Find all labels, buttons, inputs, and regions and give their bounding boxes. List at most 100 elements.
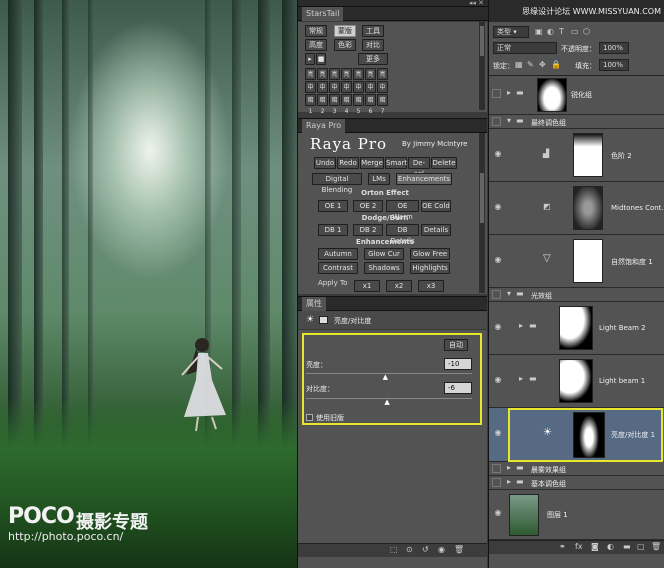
lock-move-icon[interactable]: ✥ <box>539 60 546 69</box>
blend-mode-select[interactable]: 正常 <box>493 42 557 54</box>
visibility-toggle[interactable] <box>492 464 501 473</box>
tab-enhancements[interactable]: Enhancements <box>396 173 452 185</box>
photo-canvas[interactable]: POCO 摄影专题 http://photo.poco.cn/ <box>0 0 297 568</box>
trash-icon[interactable]: 🗑 <box>454 545 464 554</box>
starstail-btn[interactable]: 工具 <box>362 25 384 37</box>
tab-starstail[interactable]: StarsTail <box>298 7 488 21</box>
filter-type-icon[interactable]: T <box>559 27 564 36</box>
layer-row[interactable]: ◉ ▟ 色阶 2 <box>489 129 664 182</box>
apply-x2-button[interactable]: x2 <box>386 280 412 292</box>
starstail-btn[interactable]: 色彩 <box>334 39 356 51</box>
starstail-grid-button[interactable]: 暗1 <box>305 94 316 115</box>
eye-icon[interactable]: ◉ <box>492 375 504 387</box>
tab-properties[interactable]: 属性 <box>298 297 487 311</box>
oe-cold-button[interactable]: OE Cold <box>421 200 451 212</box>
starstail-grid-button[interactable]: 亮7 <box>377 68 388 89</box>
highlights-button[interactable]: Highlights <box>410 262 450 274</box>
lock-transparency-icon[interactable]: ▦ <box>515 60 523 69</box>
starstail-grid-button[interactable]: 亮3 <box>329 68 340 89</box>
raya-desel-button[interactable]: De-sel <box>408 157 430 178</box>
apply-x1-button[interactable]: x1 <box>354 280 380 292</box>
new-layer-icon[interactable]: ▢ <box>637 542 645 551</box>
filter-adjustment-icon[interactable]: ◐ <box>547 27 554 36</box>
shadows-button[interactable]: Shadows <box>364 262 404 274</box>
reset-icon[interactable]: ↺ <box>422 545 429 554</box>
glow-cur-button[interactable]: Glow Cur <box>364 248 404 260</box>
collapse-arrow-icon[interactable]: ▾ <box>507 116 511 125</box>
trash-icon[interactable]: 🗑 <box>651 542 661 551</box>
starstail-grid-button[interactable]: 亮1 <box>305 68 316 89</box>
filter-smart-icon[interactable]: ⬡ <box>583 27 590 36</box>
starstail-btn[interactable]: 对比 <box>362 39 384 51</box>
starstail-grid-button[interactable]: 中1 <box>305 81 316 102</box>
starstail-grid-button[interactable]: 中2 <box>317 81 328 102</box>
expand-arrow-icon[interactable]: ▸ <box>507 88 511 97</box>
starstail-btn[interactable]: 蒙版 <box>334 25 356 37</box>
starstail-btn[interactable]: 常规 <box>305 25 327 37</box>
db1-button[interactable]: DB 1 <box>318 224 348 236</box>
starstail-scrollbar[interactable] <box>479 22 485 110</box>
starstail-grid-button[interactable]: 暗4 <box>341 94 352 115</box>
starstail-grid-button[interactable]: 暗3 <box>329 94 340 115</box>
filter-kind-select[interactable]: 类型 ▾ <box>493 26 529 38</box>
opacity-input[interactable]: 100% <box>599 42 629 54</box>
oe2-button[interactable]: OE 2 <box>353 200 383 212</box>
starstail-grid-button[interactable]: 中4 <box>341 81 352 102</box>
layer-row[interactable]: ◉ 图层 1 <box>489 490 664 540</box>
expand-arrow-icon[interactable]: ▸ <box>507 477 511 486</box>
starstail-grid-button[interactable]: 中6 <box>365 81 376 102</box>
visibility-toggle[interactable] <box>492 117 501 126</box>
eye-icon[interactable]: ◉ <box>492 322 504 334</box>
layer-group-row[interactable]: ◉ ▸ ▬ Light beam 1 <box>489 355 664 408</box>
db2-button[interactable]: DB 2 <box>353 224 383 236</box>
starstail-grid-button[interactable]: 暗5 <box>353 94 364 115</box>
tab-lms[interactable]: LMs <box>368 173 390 185</box>
starstail-grid-button[interactable]: 暗2 <box>317 94 328 115</box>
db-details-button[interactable]: DB Details <box>386 224 419 245</box>
eye-icon[interactable]: ◉ <box>492 202 504 214</box>
starstail-grid-button[interactable]: 暗7 <box>377 94 388 115</box>
visibility-toggle[interactable] <box>492 290 501 299</box>
layer-group-row[interactable]: ◉ ▸ ▬ Light Beam 2 <box>489 302 664 355</box>
layer-group-row[interactable]: ▾ ▬ 最终调色组 <box>489 115 664 129</box>
glow-free-button[interactable]: Glow Free <box>410 248 450 260</box>
eye-icon[interactable]: ◉ <box>492 428 504 440</box>
starstail-more-button[interactable]: 更多 <box>358 53 388 65</box>
raya-redo-button[interactable]: Redo <box>337 157 359 169</box>
contrast-button[interactable]: Contrast <box>318 262 358 274</box>
layer-row[interactable]: ◉ ◩ Midtones Cont... <box>489 182 664 235</box>
eye-icon[interactable]: ◉ <box>492 255 504 267</box>
visibility-toggle[interactable] <box>492 478 501 487</box>
eye-icon[interactable]: ◉ <box>492 149 504 161</box>
layer-row[interactable]: ◉ ▽ 自然饱和度 1 <box>489 235 664 288</box>
new-group-icon[interactable]: ▬ <box>623 542 631 551</box>
collapse-arrow-icon[interactable]: ▾ <box>507 289 511 298</box>
fill-input[interactable]: 100% <box>599 59 629 71</box>
starstail-grid-button[interactable]: 亮2 <box>317 68 328 89</box>
details-button[interactable]: Details <box>421 224 451 236</box>
visibility-toggle[interactable] <box>492 89 501 98</box>
starstail-btn[interactable]: 高度 <box>305 39 327 51</box>
visibility-icon[interactable]: ◉ <box>438 545 445 554</box>
raya-scrollbar[interactable] <box>479 133 485 293</box>
starstail-grid-button[interactable]: 中3 <box>329 81 340 102</box>
layer-group-row[interactable]: ▸ ▬ 晨雾效果组 <box>489 462 664 476</box>
oe1-button[interactable]: OE 1 <box>318 200 348 212</box>
layer-group-row[interactable]: ▸ ▬ 基本调色组 <box>489 476 664 490</box>
fx-icon[interactable]: fx <box>575 542 583 551</box>
view-previous-icon[interactable]: ⊙ <box>406 545 413 554</box>
raya-delete-button[interactable]: Delete <box>431 157 457 169</box>
layer-group-row[interactable]: ▾ ▬ 光效组 <box>489 288 664 302</box>
layer-group-row[interactable]: ▸ ▬ 锐化组 <box>489 76 664 115</box>
expand-arrow-icon[interactable]: ▸ <box>507 463 511 472</box>
tab-raya-pro[interactable]: Raya Pro <box>298 119 487 133</box>
oe-warm-button[interactable]: OE Warm <box>386 200 419 221</box>
starstail-stop-button[interactable]: ■ <box>316 53 326 65</box>
tab-digital-blending[interactable]: Digital Blending <box>312 173 362 194</box>
filter-pixel-icon[interactable]: ▣ <box>535 27 543 36</box>
apply-x3-button[interactable]: x3 <box>418 280 444 292</box>
raya-smart-button[interactable]: Smart <box>385 157 407 169</box>
eye-icon[interactable]: ◉ <box>492 508 504 520</box>
adjustment-icon[interactable]: ◐ <box>607 542 614 551</box>
starstail-grid-button[interactable]: 暗6 <box>365 94 376 115</box>
